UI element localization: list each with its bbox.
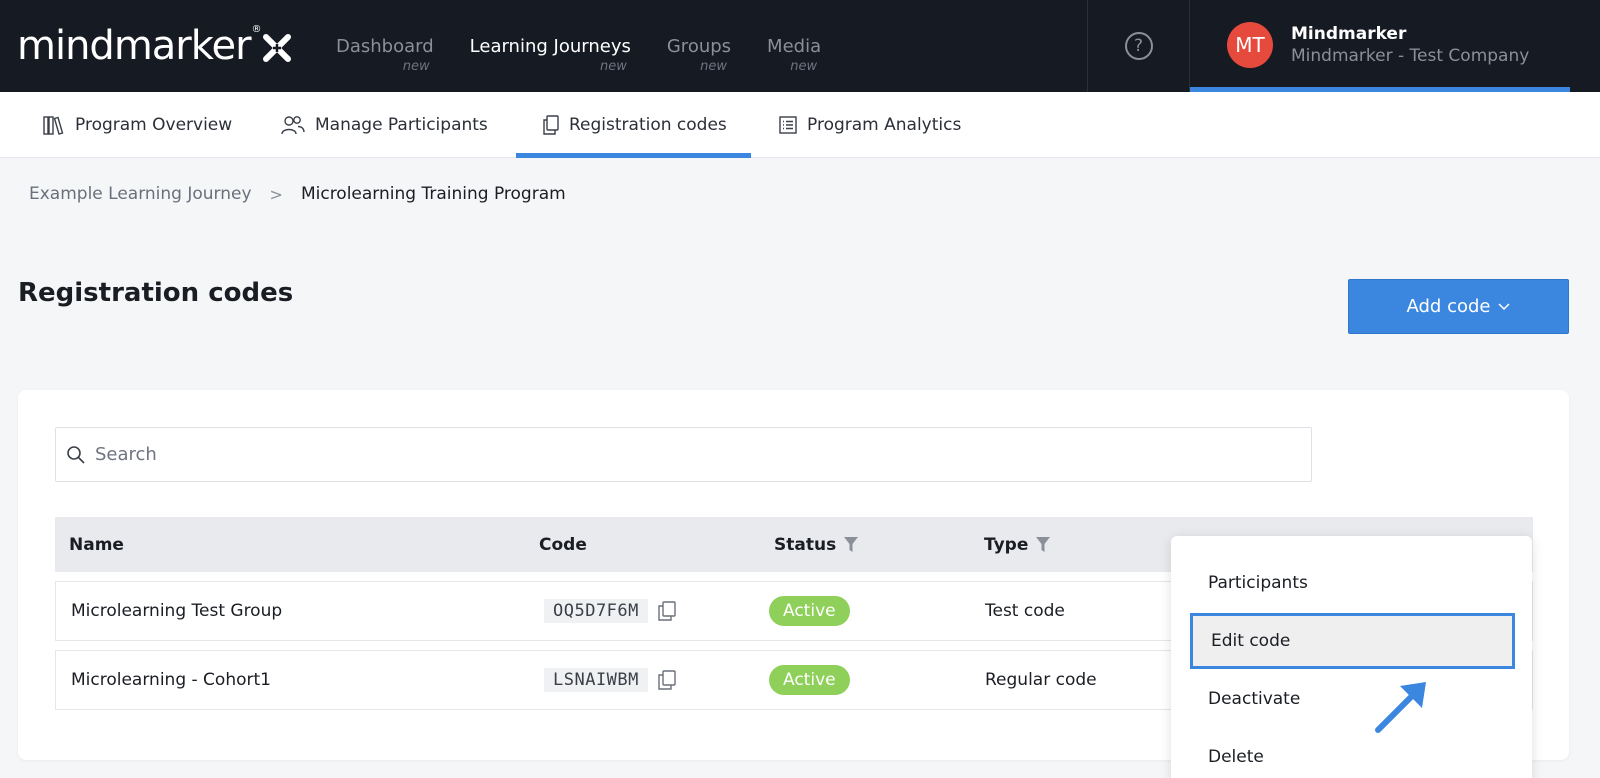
nav-groups[interactable]: Groups new bbox=[666, 36, 732, 74]
nav-groups-label: Groups bbox=[666, 36, 732, 57]
help-button[interactable]: ? bbox=[1087, 0, 1190, 92]
top-navigation-bar: mindmarker ® Dashboard new Learning Journ… bbox=[0, 0, 1600, 92]
main-nav: Dashboard new Learning Journeys new Grou… bbox=[336, 36, 857, 74]
nav-dashboard[interactable]: Dashboard new bbox=[336, 36, 434, 74]
breadcrumb: Example Learning Journey > Microlearning… bbox=[29, 184, 566, 204]
tab-manage-participants[interactable]: Manage Participants bbox=[281, 92, 488, 158]
nav-learning-journeys-label: Learning Journeys bbox=[469, 36, 631, 57]
breadcrumb-parent[interactable]: Example Learning Journey bbox=[29, 184, 252, 204]
list-icon bbox=[779, 116, 797, 134]
add-code-button[interactable]: Add code bbox=[1348, 279, 1569, 334]
row-actions-menu: Participants Edit code Deactivate Delete bbox=[1171, 536, 1532, 778]
nav-media[interactable]: Media new bbox=[767, 36, 822, 74]
help-icon: ? bbox=[1124, 32, 1153, 60]
column-header-type[interactable]: Type bbox=[984, 517, 1051, 572]
books-icon bbox=[43, 115, 65, 135]
status-badge: Active bbox=[769, 665, 850, 695]
avatar: MT bbox=[1227, 22, 1273, 68]
search-icon bbox=[66, 445, 86, 465]
mindmarker-logo[interactable]: mindmarker ® bbox=[17, 23, 291, 69]
row-name: Microlearning - Cohort1 bbox=[71, 670, 271, 690]
row-code: OQ5D7F6M bbox=[544, 582, 676, 640]
nav-groups-new-tag: new bbox=[700, 59, 728, 74]
program-tabs: Program Overview Manage Participants Reg… bbox=[0, 92, 1600, 158]
tab-manage-participants-label: Manage Participants bbox=[315, 115, 488, 135]
column-header-type-label: Type bbox=[984, 534, 1029, 555]
code-value: LSNAIWBM bbox=[544, 668, 648, 692]
search-input[interactable] bbox=[95, 444, 1275, 465]
column-header-status-label: Status bbox=[774, 534, 837, 555]
copy-icon[interactable] bbox=[658, 601, 676, 621]
tab-registration-codes[interactable]: Registration codes bbox=[516, 92, 751, 158]
page-title: Registration codes bbox=[18, 278, 294, 308]
logo-text: mindmarker bbox=[17, 23, 252, 69]
menu-item-deactivate[interactable]: Deactivate bbox=[1171, 671, 1532, 727]
nav-dashboard-label: Dashboard bbox=[336, 36, 434, 57]
menu-item-edit-code[interactable]: Edit code bbox=[1190, 613, 1515, 669]
row-status: Active bbox=[769, 651, 850, 709]
breadcrumb-separator-icon: > bbox=[269, 184, 283, 204]
row-status: Active bbox=[769, 582, 850, 640]
menu-item-participants[interactable]: Participants bbox=[1171, 555, 1532, 611]
account-menu[interactable]: MT Mindmarker Mindmarker - Test Company bbox=[1190, 0, 1570, 92]
account-company: Mindmarker - Test Company bbox=[1291, 46, 1530, 66]
column-header-status[interactable]: Status bbox=[774, 517, 859, 572]
copy-icon[interactable] bbox=[658, 670, 676, 690]
search-box[interactable] bbox=[55, 427, 1312, 482]
account-name: Mindmarker bbox=[1291, 24, 1407, 44]
tab-program-analytics[interactable]: Program Analytics bbox=[779, 92, 961, 158]
column-header-name[interactable]: Name bbox=[69, 517, 124, 572]
status-badge: Active bbox=[769, 596, 850, 626]
code-value: OQ5D7F6M bbox=[544, 599, 648, 623]
menu-item-delete[interactable]: Delete bbox=[1171, 729, 1532, 778]
copy-icon bbox=[543, 115, 559, 135]
breadcrumb-current: Microlearning Training Program bbox=[300, 184, 566, 204]
nav-dashboard-new-tag: new bbox=[402, 59, 430, 74]
chevron-down-icon bbox=[1498, 302, 1511, 311]
tab-registration-codes-label: Registration codes bbox=[569, 115, 727, 135]
logo-x-icon bbox=[262, 34, 291, 62]
column-header-code[interactable]: Code bbox=[539, 517, 587, 572]
nav-media-new-tag: new bbox=[790, 59, 818, 74]
row-type: Regular code bbox=[985, 670, 1097, 690]
tab-program-overview-label: Program Overview bbox=[75, 115, 233, 135]
nav-media-label: Media bbox=[767, 36, 822, 57]
filter-icon[interactable] bbox=[1036, 536, 1051, 553]
row-name: Microlearning Test Group bbox=[71, 601, 283, 621]
filter-icon[interactable] bbox=[844, 536, 859, 553]
registered-mark: ® bbox=[251, 24, 262, 35]
pointer-arrow-icon bbox=[1375, 682, 1426, 733]
users-icon bbox=[281, 115, 305, 135]
nav-learning-journeys[interactable]: Learning Journeys new bbox=[469, 36, 631, 74]
nav-learning-journeys-new-tag: new bbox=[599, 59, 627, 74]
row-type: Test code bbox=[985, 601, 1065, 621]
tab-program-overview[interactable]: Program Overview bbox=[43, 92, 232, 158]
tab-program-analytics-label: Program Analytics bbox=[807, 115, 962, 135]
row-code: LSNAIWBM bbox=[544, 651, 676, 709]
add-code-label: Add code bbox=[1406, 296, 1491, 317]
